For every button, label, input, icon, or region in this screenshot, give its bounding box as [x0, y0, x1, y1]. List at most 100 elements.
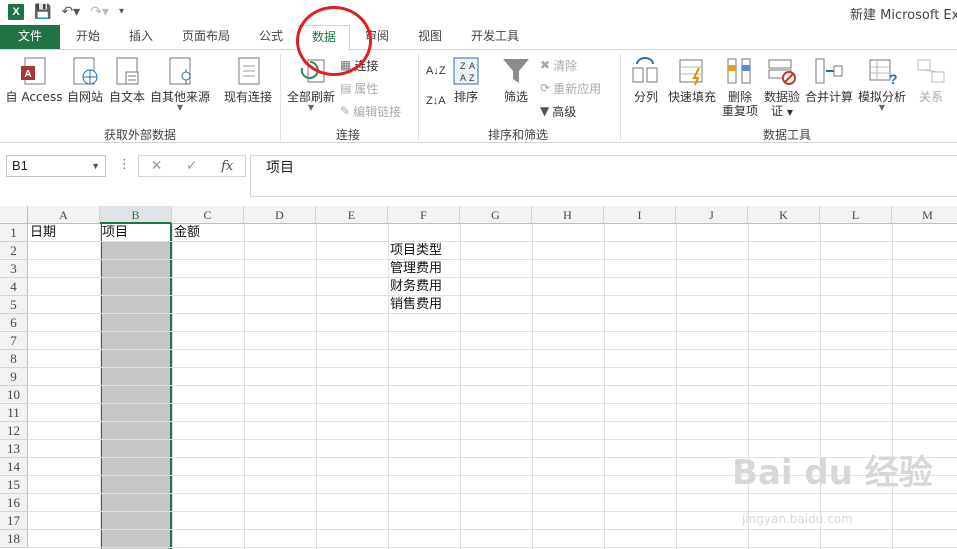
tab-developer[interactable]: 开发工具 [462, 25, 528, 49]
column-header-d[interactable]: D [244, 206, 316, 224]
svg-text:Z: Z [469, 73, 475, 83]
what-if-analysis-button[interactable]: ? 模拟分析 ▼ [856, 56, 908, 112]
column-header-g[interactable]: G [460, 206, 532, 224]
row-header-5[interactable]: 5 [0, 296, 28, 314]
relationships-button[interactable]: 关系 [912, 56, 950, 104]
group-label-external-data: 获取外部数据 [103, 128, 176, 142]
edit-links-button[interactable]: ✎ 编辑链接 [340, 102, 401, 120]
existing-connections-button[interactable]: 现有连接 [220, 56, 276, 104]
column-header-e[interactable]: E [316, 206, 388, 224]
clear-filter-button[interactable]: ✖ 清除 [540, 56, 577, 74]
sort-ascending-button[interactable]: A↓Z [426, 62, 446, 80]
tab-formulas[interactable]: 公式 [250, 25, 292, 49]
reapply-button[interactable]: ⟳ 重新应用 [540, 79, 601, 97]
row-header-3[interactable]: 3 [0, 260, 28, 278]
row-header-15[interactable]: 15 [0, 476, 28, 494]
from-web-button[interactable]: 自网站 [64, 56, 106, 104]
svg-text:A: A [24, 69, 31, 80]
row-header-4[interactable]: 4 [0, 278, 28, 296]
row-header-1[interactable]: 1 [0, 224, 28, 242]
more-icon[interactable]: ⋮ [118, 157, 131, 172]
name-box[interactable]: B1 ▼ [6, 155, 106, 177]
filter-button[interactable]: 筛选 [498, 56, 534, 104]
tab-view[interactable]: 视图 [410, 25, 450, 49]
advanced-filter-button[interactable]: ▼ 高级 [540, 102, 576, 120]
clear-filter-icon: ✖ [540, 58, 551, 72]
tab-insert[interactable]: 插入 [120, 25, 162, 49]
sort-descending-button[interactable]: Z↓A [426, 92, 446, 110]
remove-duplicates-button[interactable]: 删除 重复项 [720, 56, 760, 118]
cell-f5[interactable]: 销售费用 [388, 296, 442, 314]
grid-line [28, 313, 957, 314]
column-header-i[interactable]: I [604, 206, 676, 224]
cell-b1[interactable]: 项目 [100, 224, 128, 242]
column-header-m[interactable]: M [892, 206, 957, 224]
from-text-button[interactable]: 自文本 [106, 56, 148, 104]
enter-icon[interactable]: ✓ [186, 158, 198, 174]
column-header-a[interactable]: A [28, 206, 100, 224]
row-header-11[interactable]: 11 [0, 404, 28, 422]
formula-input[interactable]: 项目 [250, 155, 957, 197]
column-header-c[interactable]: C [172, 206, 244, 224]
tab-page-layout[interactable]: 页面布局 [175, 25, 237, 49]
group-separator [280, 54, 281, 140]
grid-line [28, 529, 957, 530]
redo-icon[interactable]: ↷▾ [90, 4, 109, 20]
cell-f3[interactable]: 管理费用 [388, 260, 442, 278]
row-header-6[interactable]: 6 [0, 314, 28, 332]
cell-f4[interactable]: 财务费用 [388, 278, 442, 296]
title-bar: X 💾 ↶▾ ↷▾ ▾ 新建 Microsoft Exc [0, 0, 957, 25]
svg-text:A: A [469, 61, 475, 71]
row-header-14[interactable]: 14 [0, 458, 28, 476]
from-access-button[interactable]: A 自 Access [4, 56, 64, 104]
reapply-icon: ⟳ [540, 81, 551, 95]
data-validation-button[interactable]: 数据验 证 ▼ [762, 56, 802, 120]
row-header-8[interactable]: 8 [0, 350, 28, 368]
column-header-h[interactable]: H [532, 206, 604, 224]
data-validation-icon [768, 59, 796, 85]
grid-line [460, 224, 461, 549]
cell-f2[interactable]: 项目类型 [388, 242, 442, 260]
row-header-18[interactable]: 18 [0, 530, 28, 548]
customize-qat-icon[interactable]: ▾ [119, 4, 124, 20]
chevron-down-icon[interactable]: ▼ [91, 156, 100, 176]
save-icon[interactable]: 💾 [34, 4, 51, 20]
row-header-2[interactable]: 2 [0, 242, 28, 260]
grid-line [28, 439, 957, 440]
column-header-b[interactable]: B [100, 206, 172, 224]
insert-function-icon[interactable]: fx [221, 159, 233, 174]
column-header-k[interactable]: K [748, 206, 820, 224]
column-header-f[interactable]: F [388, 206, 460, 224]
text-to-columns-button[interactable]: 分列 [628, 56, 664, 104]
worksheet-grid[interactable]: A B C D E F G H I J K L M 1 2 3 4 5 6 7 8 9 10 11 12 13 14 15 16 17 18… [0, 206, 957, 549]
cancel-icon[interactable]: ✕ [151, 158, 163, 174]
row-header-13[interactable]: 13 [0, 440, 28, 458]
other-sources-icon [169, 57, 191, 85]
sort-button[interactable]: ZAAZ 排序 [448, 56, 484, 104]
row-header-9[interactable]: 9 [0, 368, 28, 386]
undo-icon[interactable]: ↶▾ [61, 4, 80, 20]
flash-fill-button[interactable]: 快速填充 [666, 56, 718, 104]
cell-a1[interactable]: 日期 [28, 224, 56, 242]
grid-line [28, 331, 957, 332]
tab-home[interactable]: 开始 [68, 25, 108, 49]
row-header-10[interactable]: 10 [0, 386, 28, 404]
consolidate-button[interactable]: 合并计算 [804, 56, 854, 104]
column-header-l[interactable]: L [820, 206, 892, 224]
tab-file[interactable]: 文件 [0, 25, 60, 49]
group-separator [418, 54, 419, 140]
from-other-sources-button[interactable]: 自其他来源 ▼ [148, 56, 212, 112]
row-header-7[interactable]: 7 [0, 332, 28, 350]
ribbon-data: A 自 Access 自网站 自文本 自其他来源 ▼ 现有连接 获取外部数据 全… [0, 49, 957, 143]
row-header-12[interactable]: 12 [0, 422, 28, 440]
cell-c1[interactable]: 金额 [172, 224, 200, 242]
select-all-corner[interactable] [0, 206, 28, 224]
column-header-j[interactable]: J [676, 206, 748, 224]
properties-button[interactable]: ▤ 属性 [340, 79, 378, 97]
relationships-icon [917, 59, 945, 83]
group-label-data-tools: 数据工具 [762, 128, 811, 142]
group-label-connections: 连接 [335, 128, 360, 142]
grid-line [28, 277, 957, 278]
row-header-16[interactable]: 16 [0, 494, 28, 512]
row-header-17[interactable]: 17 [0, 512, 28, 530]
